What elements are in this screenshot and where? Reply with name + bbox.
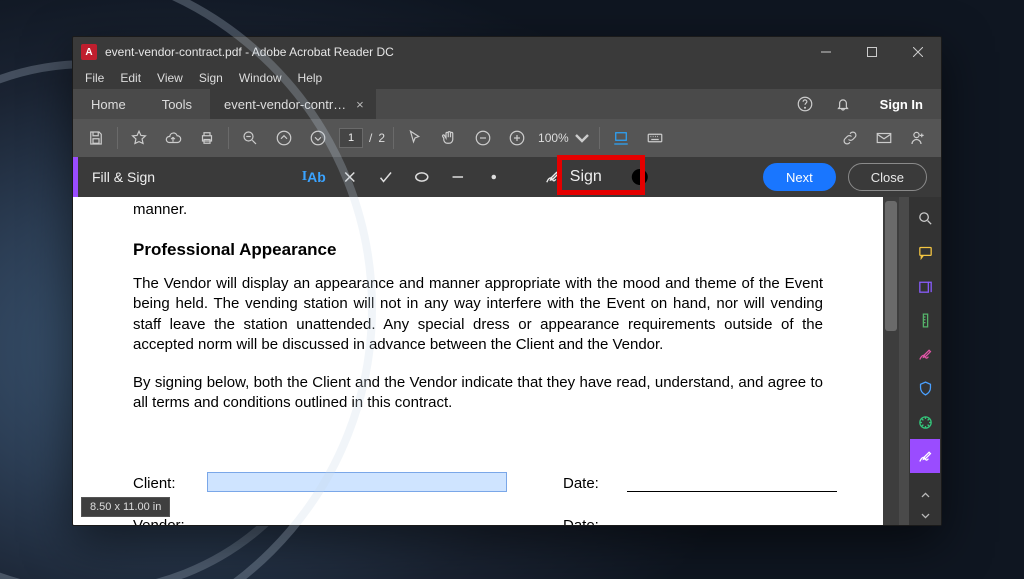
- scrollbar-thumb[interactable]: [885, 201, 897, 331]
- person-icon[interactable]: [901, 121, 935, 155]
- zoom-in-icon[interactable]: [500, 121, 534, 155]
- right-tool-rail: [909, 197, 941, 525]
- client-date-label: Date:: [563, 475, 627, 492]
- keyboard-icon[interactable]: [638, 121, 672, 155]
- rail-shield-icon[interactable]: [910, 371, 940, 405]
- app-window: A event-vendor-contract.pdf - Adobe Acro…: [72, 36, 942, 526]
- fill-sign-bar: Fill & Sign IAb Sign Next Close: [73, 157, 941, 197]
- next-button[interactable]: Next: [763, 163, 836, 191]
- rail-search-icon[interactable]: [910, 201, 940, 235]
- vendor-signature-field[interactable]: [207, 514, 507, 526]
- page-current-input[interactable]: [339, 128, 363, 148]
- rail-comment-icon[interactable]: [910, 235, 940, 269]
- menu-sign[interactable]: Sign: [191, 69, 231, 87]
- zoom-level[interactable]: 100%: [538, 129, 591, 147]
- zoom-out-find-icon[interactable]: [233, 121, 267, 155]
- vendor-date-field[interactable]: [627, 514, 837, 526]
- email-icon[interactable]: [867, 121, 901, 155]
- page-up-icon[interactable]: [267, 121, 301, 155]
- page-down-icon[interactable]: [301, 121, 335, 155]
- page-indicator: / 2: [335, 128, 389, 148]
- section-heading: Professional Appearance: [133, 240, 823, 260]
- tab-document[interactable]: event-vendor-contr… ×: [210, 89, 376, 119]
- menu-file[interactable]: File: [77, 69, 112, 87]
- rail-optimize-icon[interactable]: [910, 405, 940, 439]
- tab-home[interactable]: Home: [73, 89, 144, 119]
- main-toolbar: / 2 100%: [73, 119, 941, 157]
- window-minimize-button[interactable]: [803, 37, 849, 67]
- menu-help[interactable]: Help: [290, 69, 331, 87]
- window-close-button[interactable]: [895, 37, 941, 67]
- titlebar[interactable]: A event-vendor-contract.pdf - Adobe Acro…: [73, 37, 941, 67]
- page-dimensions-status: 8.50 x 11.00 in: [81, 497, 170, 517]
- color-swatch[interactable]: [632, 169, 648, 185]
- app-icon: A: [81, 44, 97, 60]
- rail-measure-icon[interactable]: [910, 303, 940, 337]
- vendor-date-label: Date:: [563, 517, 627, 526]
- paragraph-1: The Vendor will display an appearance an…: [133, 274, 823, 355]
- content-area: manner. Professional Appearance The Vend…: [73, 197, 941, 525]
- zoom-level-text: 100%: [538, 131, 569, 145]
- signature-block: Client: Date: Vendor: Date:: [133, 472, 823, 526]
- window-title: event-vendor-contract.pdf - Adobe Acroba…: [105, 45, 803, 59]
- print-icon[interactable]: [190, 121, 224, 155]
- vertical-scrollbar[interactable]: [883, 197, 899, 525]
- sign-in-button[interactable]: Sign In: [862, 89, 941, 119]
- paragraph-2: By signing below, both the Client and th…: [133, 373, 823, 414]
- client-date-field[interactable]: [627, 472, 837, 492]
- partial-line: manner.: [133, 201, 823, 218]
- tab-document-label: event-vendor-contr…: [224, 97, 346, 112]
- sign-button-label: Sign: [570, 168, 602, 186]
- add-text-tool[interactable]: IAb: [296, 160, 332, 194]
- rail-fill-sign-icon[interactable]: [910, 439, 940, 473]
- fit-width-icon[interactable]: [604, 121, 638, 155]
- client-signature-field[interactable]: [207, 472, 507, 492]
- menu-window[interactable]: Window: [231, 69, 290, 87]
- fill-sign-tools: IAb Sign: [296, 160, 648, 194]
- pdf-page[interactable]: manner. Professional Appearance The Vend…: [73, 197, 883, 525]
- help-icon[interactable]: [786, 89, 824, 119]
- notifications-icon[interactable]: [824, 89, 862, 119]
- rail-stamp-icon[interactable]: [910, 269, 940, 303]
- fill-sign-label: Fill & Sign: [78, 169, 169, 185]
- rail-scroll-up-icon[interactable]: [910, 485, 940, 505]
- tab-close-icon[interactable]: ×: [352, 97, 368, 112]
- tab-tools[interactable]: Tools: [144, 89, 210, 119]
- menu-edit[interactable]: Edit: [112, 69, 149, 87]
- line-tool[interactable]: [440, 160, 476, 194]
- cross-mark-tool[interactable]: [332, 160, 368, 194]
- page-viewport[interactable]: manner. Professional Appearance The Vend…: [73, 197, 909, 525]
- star-icon[interactable]: [122, 121, 156, 155]
- hand-tool-icon[interactable]: [432, 121, 466, 155]
- sign-button[interactable]: Sign: [532, 162, 614, 192]
- page-sep: /: [369, 131, 372, 145]
- page-total: 2: [378, 131, 385, 145]
- client-label: Client:: [133, 475, 207, 492]
- sign-pen-icon: [544, 168, 562, 186]
- select-tool-icon[interactable]: [398, 121, 432, 155]
- fill-sign-accent: [73, 157, 78, 197]
- chevron-down-icon: [573, 129, 591, 147]
- close-button[interactable]: Close: [848, 163, 927, 191]
- dot-tool[interactable]: [476, 160, 512, 194]
- circle-tool[interactable]: [404, 160, 440, 194]
- window-maximize-button[interactable]: [849, 37, 895, 67]
- tab-strip: Home Tools event-vendor-contr… × Sign In: [73, 89, 941, 119]
- save-icon[interactable]: [79, 121, 113, 155]
- zoom-out-icon[interactable]: [466, 121, 500, 155]
- menubar: File Edit View Sign Window Help: [73, 67, 941, 89]
- menu-view[interactable]: View: [149, 69, 191, 87]
- rail-scroll-down-icon[interactable]: [910, 505, 940, 525]
- check-mark-tool[interactable]: [368, 160, 404, 194]
- cloud-upload-icon[interactable]: [156, 121, 190, 155]
- desktop-background: A event-vendor-contract.pdf - Adobe Acro…: [0, 0, 1024, 579]
- vendor-label: Vendor:: [133, 517, 207, 526]
- link-icon[interactable]: [833, 121, 867, 155]
- rail-sign-pen-icon[interactable]: [910, 337, 940, 371]
